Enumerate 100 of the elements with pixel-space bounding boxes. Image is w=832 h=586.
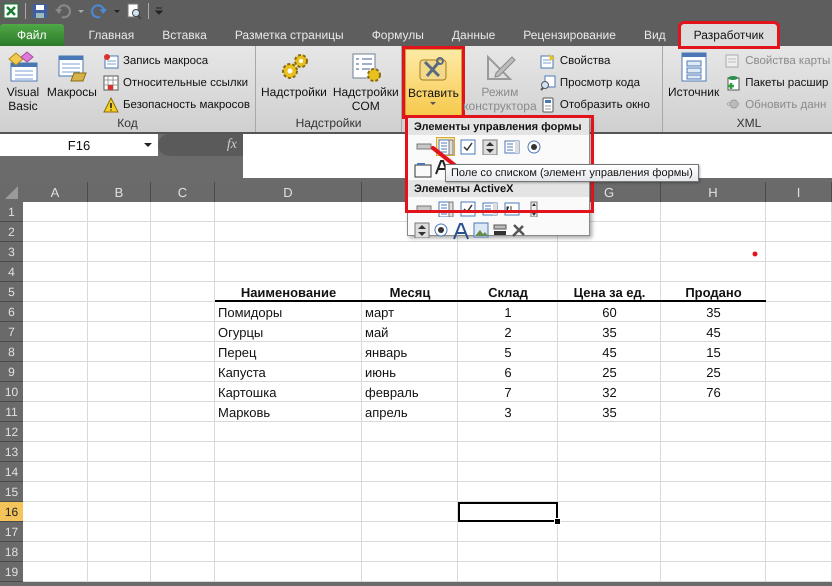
column-letter[interactable]: C — [178, 184, 188, 200]
row-number[interactable]: 16 — [0, 502, 23, 522]
ribbon-button[interactable]: Источник — [666, 49, 722, 116]
save-icon — [32, 3, 48, 19]
select-all-icon — [5, 186, 18, 198]
redo-icon — [90, 3, 108, 19]
checklist-gear-icon — [350, 51, 382, 83]
ribbon-button[interactable]: Запись макроса — [100, 51, 252, 70]
ribbon-button[interactable]: Надстройки COM — [330, 49, 401, 116]
ribbon-tab[interactable]: Данные — [438, 24, 508, 46]
spinner-icon — [482, 138, 498, 154]
ribbon-tab[interactable]: Разметка страницы — [222, 24, 357, 46]
column-header: Продано — [661, 282, 766, 302]
table-cell-text: 1 — [503, 304, 513, 322]
properties-icon — [540, 52, 556, 68]
map-properties-icon — [725, 52, 742, 68]
column-header: Наименование — [215, 282, 362, 302]
print-preview-icon — [126, 3, 142, 19]
column-letter[interactable]: B — [114, 184, 124, 200]
ribbon-tab[interactable]: Вставка — [149, 24, 220, 46]
expansion-pack-icon — [725, 74, 742, 90]
table-cell-text: 3 — [503, 404, 513, 422]
group-box-icon — [414, 160, 432, 178]
table-cell-text: 25 — [601, 364, 618, 382]
ribbon-tab[interactable]: Формулы — [358, 24, 437, 46]
dropdown-icon — [78, 10, 84, 12]
ribbon-button[interactable]: Вставить — [405, 49, 462, 116]
table-cell-text: май — [364, 324, 390, 342]
control-button[interactable] — [458, 137, 477, 156]
group-label: XML — [736, 116, 762, 130]
column-letter[interactable]: H — [708, 184, 718, 200]
toggle-button-icon — [492, 222, 508, 238]
table-cell-text: 60 — [601, 304, 618, 322]
table-cell-text: Помидоры — [217, 304, 284, 322]
group-label: Надстройки — [296, 116, 362, 130]
column-header: Месяц — [362, 282, 458, 302]
name-box[interactable]: F16 — [0, 134, 158, 156]
ribbon-button[interactable]: Безопасность макросов — [100, 95, 252, 114]
ribbon-button[interactable]: Просмотр кода — [538, 73, 652, 92]
table-cell-text: 45 — [705, 324, 722, 342]
ribbon-tab[interactable]: Разработчик — [680, 24, 777, 46]
ribbon-tab[interactable]: Рецензирование — [510, 24, 629, 46]
column-letter[interactable]: D — [283, 184, 293, 200]
vb-editor-icon — [6, 51, 39, 83]
table-cell-text: 35 — [601, 324, 618, 342]
image-icon — [473, 222, 489, 238]
insert-function-button[interactable]: fx — [226, 137, 237, 153]
view-code-icon — [540, 74, 556, 90]
control-button[interactable] — [480, 137, 499, 156]
label-icon — [452, 222, 470, 240]
column-letter[interactable]: I — [796, 184, 800, 200]
ribbon-tab[interactable]: Главная — [76, 24, 148, 46]
ribbon-button[interactable]: Надстройки — [259, 49, 329, 116]
column-letter[interactable]: G — [604, 184, 614, 200]
table-cell-text: Огурцы — [217, 324, 264, 342]
spreadsheet-app-icon — [3, 3, 19, 19]
marker-dot — [752, 251, 758, 257]
table-cell-text: Капуста — [217, 364, 267, 382]
button-control-icon — [416, 143, 432, 150]
warning-icon — [102, 96, 119, 112]
combo-box-icon — [438, 138, 454, 154]
table-cell-text: 35 — [705, 304, 722, 322]
ribbon-button[interactable]: Макросы — [44, 49, 99, 116]
ribbon-button[interactable]: Пакеты расшир — [723, 73, 832, 92]
table-cell-text: 5 — [503, 344, 513, 362]
button-control-icon — [416, 205, 432, 212]
table-cell-text: апрель — [364, 404, 409, 422]
table-cell-text: 7 — [503, 384, 513, 402]
table-cell-text: 32 — [601, 384, 618, 402]
column-header: Цена за ед. — [558, 282, 661, 302]
dropdown-icon — [114, 10, 120, 12]
table-cell-text: 45 — [601, 344, 618, 362]
table-cell-text: июнь — [364, 364, 397, 382]
caret-icon — [430, 102, 436, 105]
undo-icon — [54, 3, 72, 19]
table-cell-text: 15 — [705, 344, 722, 362]
table-cell-text: 35 — [601, 404, 618, 422]
table-cell-text: 6 — [503, 364, 513, 382]
ribbon-button[interactable]: Visual Basic — [3, 49, 43, 116]
table-cell-text: Перец — [217, 344, 258, 362]
table-cell-text: Картошка — [217, 384, 278, 402]
window-icon — [540, 96, 556, 112]
column-header: Склад — [458, 282, 558, 302]
table-cell-text: январь — [364, 344, 408, 362]
record-macro-icon — [102, 52, 119, 68]
table-cell-text: 25 — [705, 364, 722, 382]
ribbon-button[interactable]: Отобразить окно — [538, 95, 652, 114]
section-title: Элементы управления формы — [414, 120, 582, 132]
ribbon-button[interactable]: Относительные ссылки — [100, 73, 252, 92]
table-cell-text: Марковь — [217, 404, 272, 422]
section-title: Элементы ActiveX — [414, 182, 514, 194]
option-button-icon — [526, 138, 542, 154]
checkbox-control-icon — [460, 138, 476, 154]
ribbon-tab[interactable]: Файл — [0, 24, 64, 46]
column-letter[interactable]: A — [50, 184, 60, 200]
ribbon-button[interactable]: Свойства — [538, 51, 652, 70]
relative-reference-icon — [102, 74, 119, 90]
ribbon-tab[interactable]: Вид — [630, 24, 679, 46]
table-cell-text: 2 — [503, 324, 513, 342]
spinner-icon — [414, 222, 430, 238]
